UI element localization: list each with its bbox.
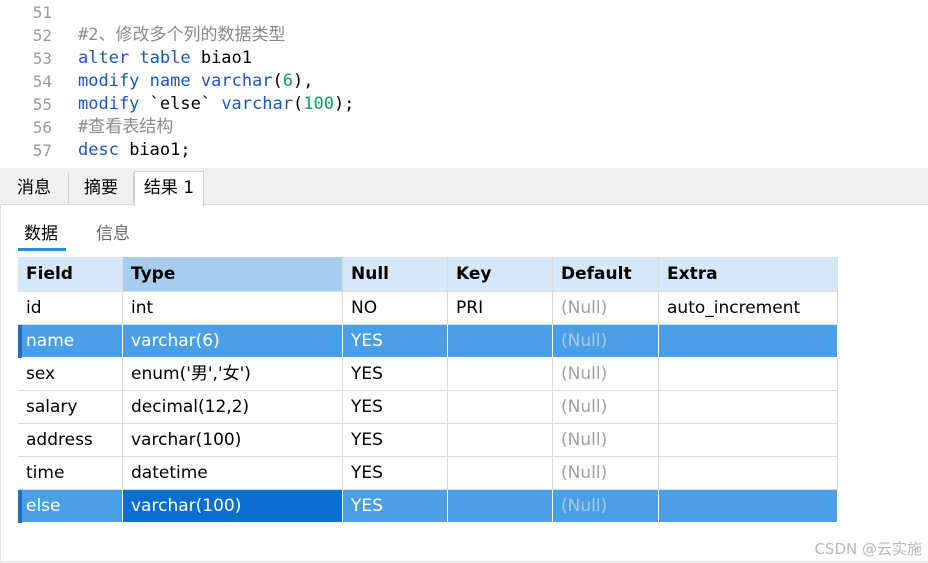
column-header-default[interactable]: Default	[553, 257, 659, 292]
table-cell-extra[interactable]: auto_increment	[659, 292, 838, 325]
table-cell-null[interactable]: YES	[343, 424, 448, 457]
code-text[interactable]: modify `else` varchar(100);	[78, 93, 354, 116]
table-cell-type[interactable]: varchar(100)	[123, 424, 343, 457]
table-cell-key[interactable]	[448, 325, 553, 358]
line-number: 54	[32, 72, 52, 91]
table-cell-null[interactable]: YES	[343, 358, 448, 391]
line-number: 52	[32, 26, 52, 45]
table-cell-field[interactable]: sex	[18, 358, 123, 391]
code-text[interactable]: #查看表结构	[78, 116, 173, 139]
active-subtab-indicator	[18, 248, 66, 251]
line-number: 53	[32, 49, 52, 68]
tab-result-1[interactable]: 结果 1	[134, 171, 204, 206]
column-header-type[interactable]: Type	[123, 257, 343, 292]
code-text[interactable]: #2、修改多个列的数据类型	[78, 24, 285, 47]
row-selection-marker	[18, 490, 22, 523]
table-row[interactable]: time datetime YES (Null)	[18, 457, 838, 490]
table-cell-field[interactable]: time	[18, 457, 123, 490]
table-cell-key[interactable]	[448, 391, 553, 424]
line-number: 56	[32, 118, 52, 137]
column-header-extra[interactable]: Extra	[659, 257, 838, 292]
table-cell-null[interactable]: NO	[343, 292, 448, 325]
table-cell-extra[interactable]	[659, 391, 838, 424]
table-cell-key[interactable]	[448, 358, 553, 391]
table-row[interactable]: sex enum('男','女') YES (Null)	[18, 358, 838, 391]
subtab-info[interactable]: 信息	[96, 219, 130, 244]
code-line[interactable]: 56 #查看表结构	[0, 116, 928, 139]
table-row[interactable]: address varchar(100) YES (Null)	[18, 424, 838, 457]
panel-bottom-border	[0, 561, 928, 562]
table-row[interactable]: salary decimal(12,2) YES (Null)	[18, 391, 838, 424]
line-number: 57	[32, 141, 52, 160]
table-cell-extra[interactable]	[659, 490, 838, 523]
code-text[interactable]: alter table biao1	[78, 47, 252, 70]
table-cell-field[interactable]: address	[18, 424, 123, 457]
table-cell-extra[interactable]	[659, 457, 838, 490]
table-cell-default[interactable]: (Null)	[553, 292, 659, 325]
column-header-field[interactable]: Field	[18, 257, 123, 292]
table-cell-type[interactable]: varchar(100)	[123, 490, 343, 523]
table-cell-type[interactable]: varchar(6)	[123, 325, 343, 358]
code-text[interactable]: modify name varchar(6),	[78, 70, 314, 93]
table-cell-default[interactable]: (Null)	[553, 490, 659, 523]
column-header-null[interactable]: Null	[343, 257, 448, 292]
code-text[interactable]: desc biao1;	[78, 139, 191, 162]
table-cell-key[interactable]	[448, 424, 553, 457]
tab-summary[interactable]: 摘要	[69, 172, 134, 204]
table-cell-default[interactable]: (Null)	[553, 358, 659, 391]
table-row[interactable]: else varchar(100) YES (Null)	[18, 490, 838, 523]
table-cell-extra[interactable]	[659, 424, 838, 457]
code-line[interactable]: 51	[0, 1, 928, 24]
table-cell-field[interactable]: name	[18, 325, 123, 358]
result-subtabs: 数据 信息	[0, 205, 928, 255]
result-tabs-bar: 消息 摘要 结果 1	[0, 168, 928, 206]
table-cell-field[interactable]: else	[18, 490, 123, 523]
panel-border	[0, 204, 1, 562]
line-number: 55	[32, 95, 52, 114]
table-cell-default[interactable]: (Null)	[553, 325, 659, 358]
code-line[interactable]: 53 alter table biao1	[0, 47, 928, 70]
table-cell-key[interactable]: PRI	[448, 292, 553, 325]
table-cell-default[interactable]: (Null)	[553, 424, 659, 457]
table-row[interactable]: name varchar(6) YES (Null)	[18, 325, 838, 358]
table-cell-type[interactable]: decimal(12,2)	[123, 391, 343, 424]
column-header-key[interactable]: Key	[448, 257, 553, 292]
table-cell-extra[interactable]	[659, 358, 838, 391]
code-line[interactable]: 52 #2、修改多个列的数据类型	[0, 24, 928, 47]
table-cell-default[interactable]: (Null)	[553, 457, 659, 490]
table-cell-type[interactable]: int	[123, 292, 343, 325]
table-cell-extra[interactable]	[659, 325, 838, 358]
table-cell-null[interactable]: YES	[343, 391, 448, 424]
subtab-data[interactable]: 数据	[24, 219, 58, 244]
table-cell-field[interactable]: id	[18, 292, 123, 325]
table-cell-key[interactable]	[448, 457, 553, 490]
line-number: 51	[32, 3, 52, 22]
table-cell-default[interactable]: (Null)	[553, 391, 659, 424]
tab-messages[interactable]: 消息	[0, 172, 69, 204]
code-line[interactable]: 57 desc biao1;	[0, 139, 928, 162]
table-cell-null[interactable]: YES	[343, 457, 448, 490]
table-cell-null[interactable]: YES	[343, 325, 448, 358]
table-cell-null[interactable]: YES	[343, 490, 448, 523]
table-cell-field[interactable]: salary	[18, 391, 123, 424]
table-row[interactable]: id int NO PRI (Null) auto_increment	[18, 292, 838, 325]
table-cell-type[interactable]: enum('男','女')	[123, 358, 343, 391]
code-line[interactable]: 55 modify `else` varchar(100);	[0, 93, 928, 116]
watermark: CSDN @云实施	[814, 540, 922, 558]
code-line[interactable]: 54 modify name varchar(6),	[0, 70, 928, 93]
row-selection-marker	[18, 325, 22, 358]
table-cell-type[interactable]: datetime	[123, 457, 343, 490]
table-cell-key[interactable]	[448, 490, 553, 523]
sql-editor[interactable]: 51 52 #2、修改多个列的数据类型 53 alter table biao1 54 mo…	[0, 0, 928, 168]
